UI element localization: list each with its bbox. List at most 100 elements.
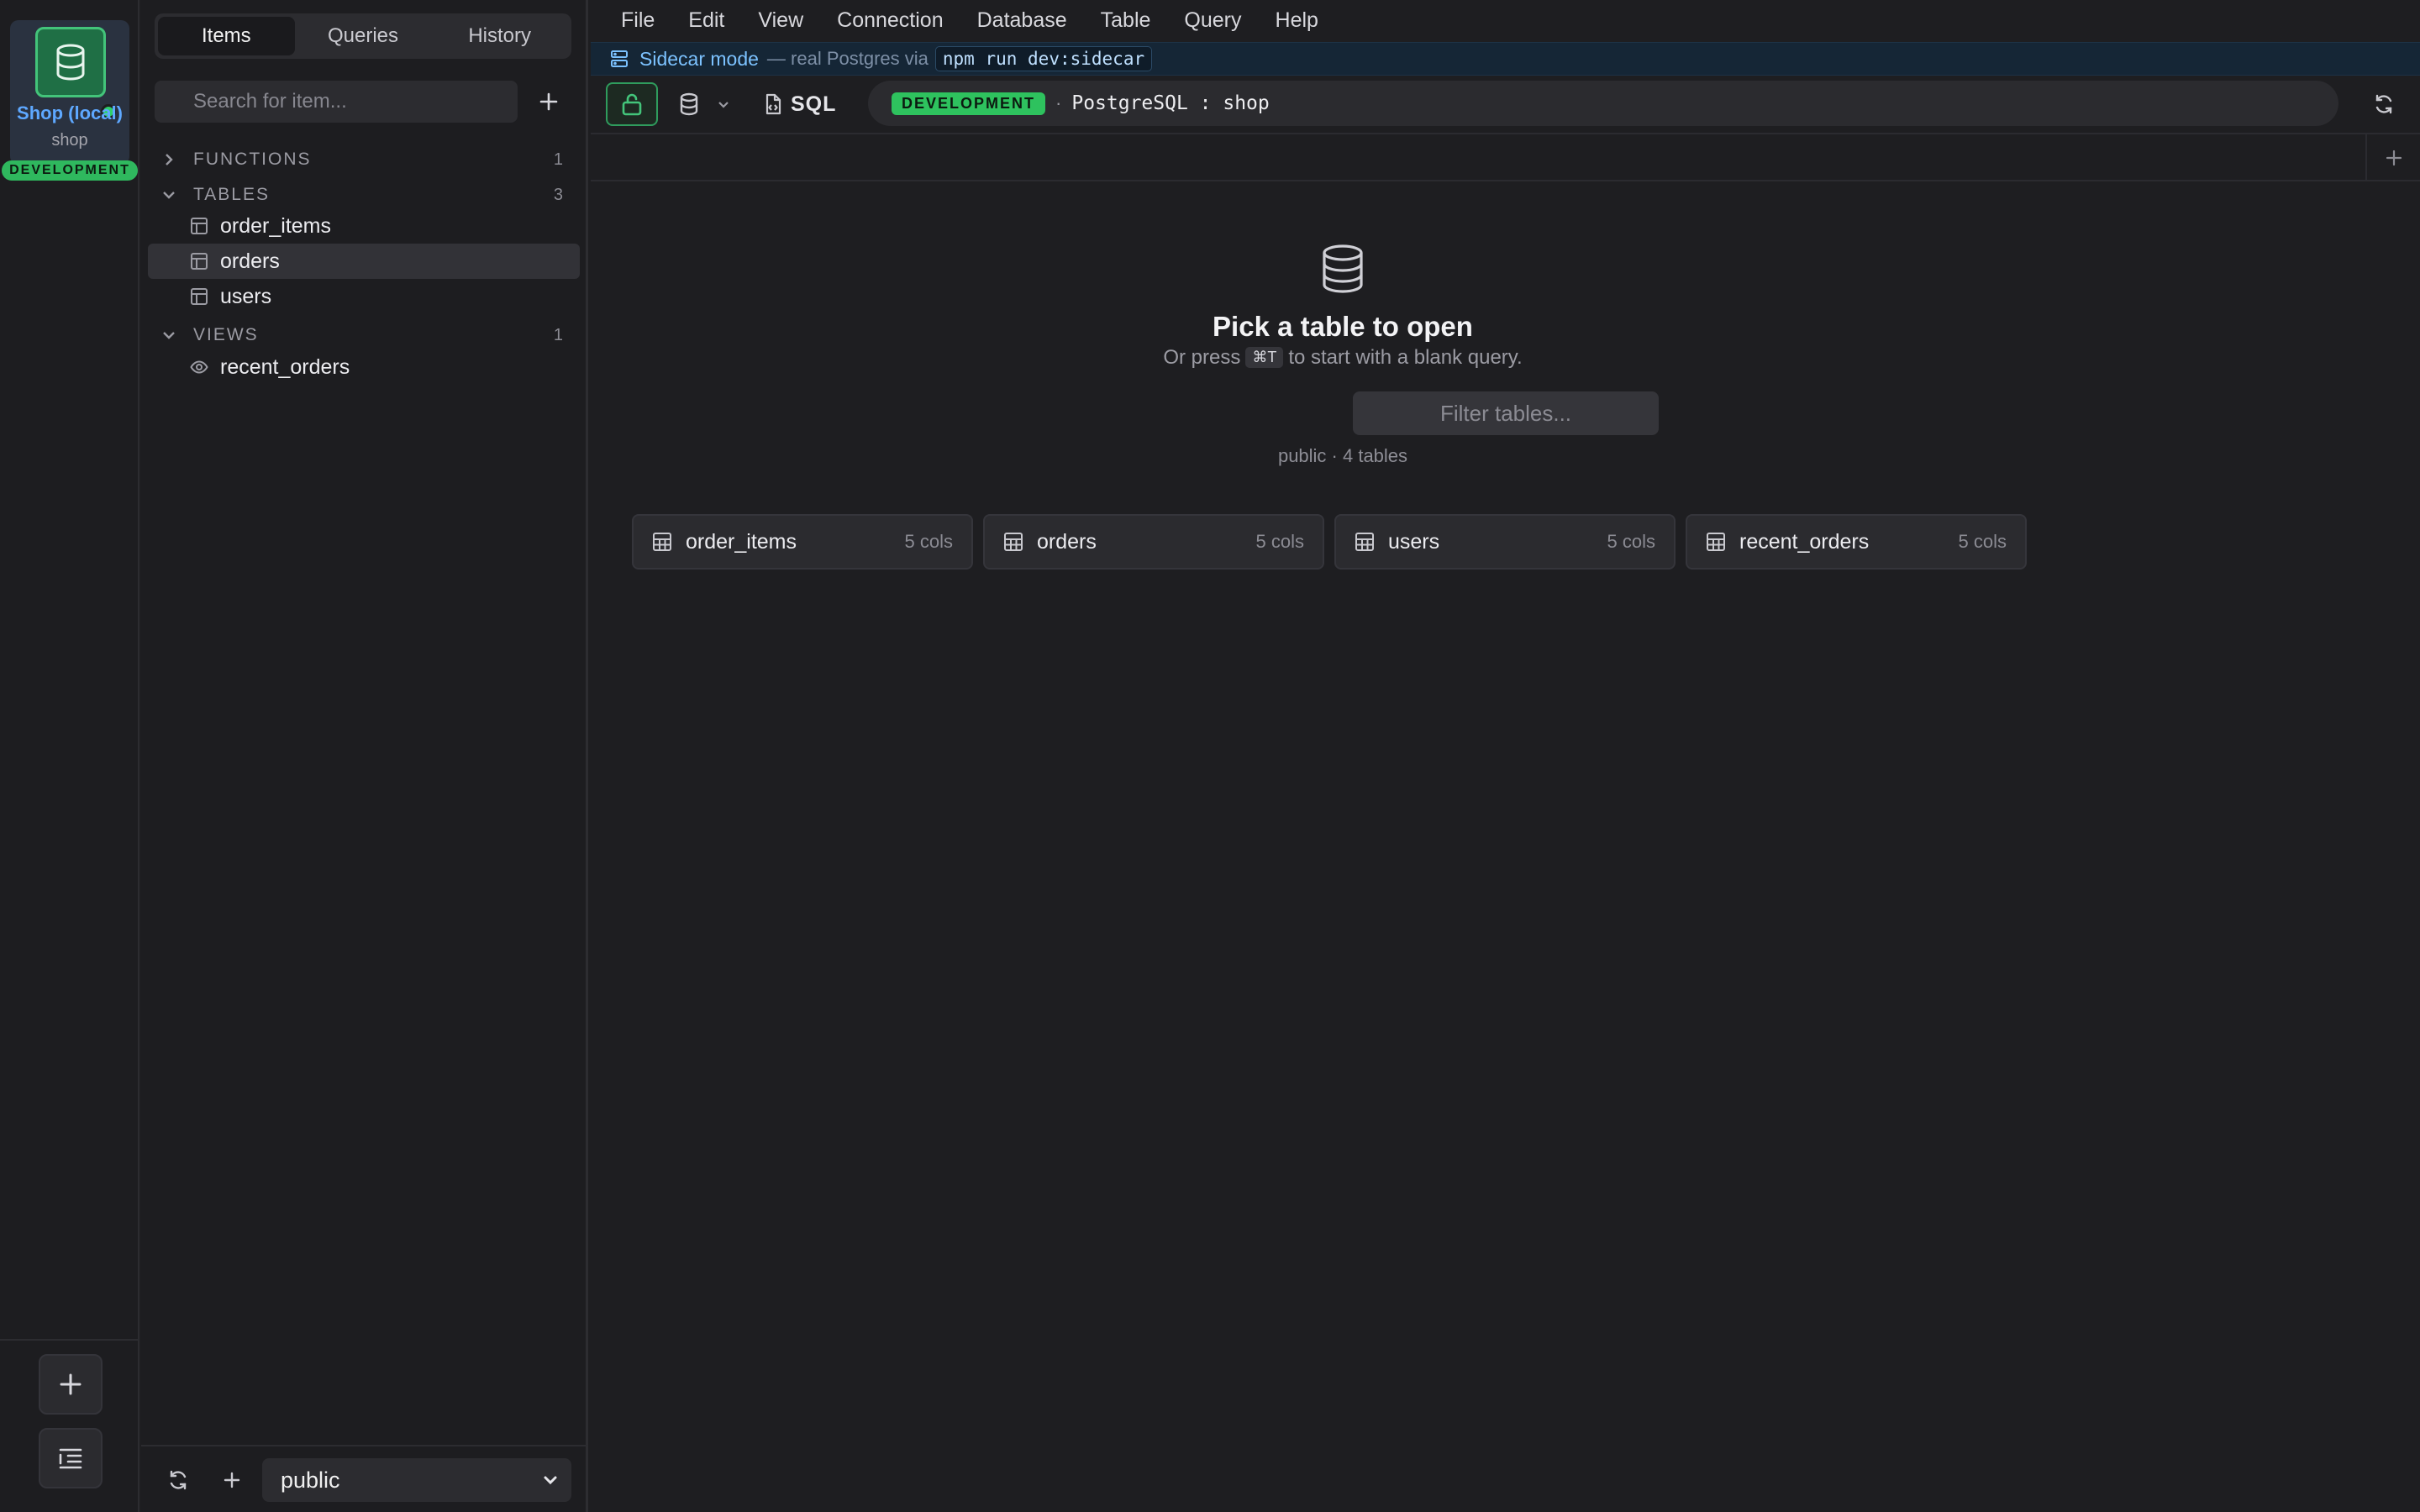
section-count: 3 <box>553 185 563 204</box>
filter-tables-input[interactable] <box>1353 391 1659 435</box>
chevron-down-icon <box>541 1471 560 1489</box>
table-icon <box>1355 532 1375 552</box>
tree-item-orders[interactable]: orders <box>148 244 580 279</box>
table-card-users[interactable]: users 5 cols <box>1334 514 1676 570</box>
rail-divider <box>0 1339 139 1341</box>
tree-item-users[interactable]: users <box>148 279 580 314</box>
eye-icon <box>190 358 208 376</box>
table-icon <box>190 217 208 235</box>
menu-table[interactable]: Table <box>1101 8 1151 33</box>
tree-item-recent-orders[interactable]: recent_orders <box>148 349 580 385</box>
manage-connections-button[interactable] <box>39 1428 103 1488</box>
table-icon <box>190 287 208 306</box>
tree-item-label: recent_orders <box>220 354 350 379</box>
table-icon <box>1003 532 1023 552</box>
sidebar-footer-divider <box>141 1445 588 1446</box>
tree-item-order-items[interactable]: order_items <box>148 208 580 244</box>
sidebar: Items Queries History FUNCTIONS 1 TABLES… <box>141 0 588 1512</box>
tab-bar <box>591 134 2420 181</box>
connection-label: PostgreSQL : shop <box>1071 92 1270 114</box>
connection-database: shop <box>51 131 88 150</box>
section-tables[interactable]: TABLES 3 <box>161 181 568 209</box>
sql-editor-button[interactable]: SQL <box>764 86 836 123</box>
hint-prefix: Or press <box>1163 346 1241 369</box>
menu-file[interactable]: File <box>621 8 655 33</box>
plus-icon <box>223 1471 241 1489</box>
plus-icon <box>59 1373 82 1396</box>
tree-item-label: order_items <box>220 213 331 238</box>
file-code-icon <box>764 93 782 115</box>
connection-name: Shop (local) <box>17 102 123 123</box>
table-card-name: order_items <box>686 529 797 554</box>
database-icon <box>35 27 106 97</box>
sql-label: SQL <box>791 92 837 116</box>
separator-dot: · <box>1055 92 1062 113</box>
refresh-schema-button[interactable] <box>161 1462 195 1499</box>
reconnect-button[interactable] <box>2364 86 2404 123</box>
table-card-recent-orders[interactable]: recent_orders 5 cols <box>1686 514 2027 570</box>
database-icon <box>678 92 700 116</box>
tab-history[interactable]: History <box>431 17 568 55</box>
menu-edit[interactable]: Edit <box>688 8 724 33</box>
table-card-name: recent_orders <box>1739 529 1870 554</box>
chevron-down-icon <box>161 328 176 343</box>
section-count: 1 <box>553 150 563 169</box>
plus-icon <box>539 92 559 112</box>
search-input[interactable] <box>155 81 518 123</box>
table-card-cols: 5 cols <box>904 531 953 552</box>
table-icon <box>1706 532 1726 552</box>
shortcut-key: ⌘T <box>1245 347 1284 368</box>
table-card-orders[interactable]: orders 5 cols <box>983 514 1324 570</box>
connection-env-badge: DEVELOPMENT <box>2 160 138 181</box>
list-indent-icon <box>58 1447 83 1469</box>
unlock-icon <box>621 92 643 116</box>
connection-bar[interactable]: DEVELOPMENT · PostgreSQL : shop <box>868 81 2338 126</box>
tab-items[interactable]: Items <box>158 17 295 55</box>
table-card-name: users <box>1388 529 1440 554</box>
add-connection-button[interactable] <box>39 1354 103 1415</box>
add-item-button[interactable] <box>529 82 568 121</box>
toolbar: SQL DEVELOPMENT · PostgreSQL : shop <box>591 76 2420 134</box>
database-switch-button[interactable] <box>675 86 734 123</box>
server-icon <box>609 49 629 69</box>
new-tab-button[interactable] <box>2365 134 2420 181</box>
main-area: File Edit View Connection Database Table… <box>591 0 2420 1512</box>
section-label: TABLES <box>193 185 270 204</box>
menu-help[interactable]: Help <box>1276 8 1318 33</box>
refresh-icon <box>167 1469 189 1491</box>
plus-icon <box>2385 149 2403 167</box>
section-count: 1 <box>553 325 563 344</box>
connection-rail: Shop (local) shop DEVELOPMENT <box>0 0 139 1512</box>
menu-database[interactable]: Database <box>977 8 1067 33</box>
schema-select[interactable]: public <box>262 1458 571 1502</box>
table-card-order-items[interactable]: order_items 5 cols <box>632 514 973 570</box>
refresh-icon <box>2373 93 2395 115</box>
schema-summary: public · 4 tables <box>1277 445 1408 466</box>
menubar: File Edit View Connection Database Table… <box>591 0 2420 40</box>
section-label: VIEWS <box>193 325 259 344</box>
empty-state-title: Pick a table to open <box>1213 311 1473 342</box>
table-card-cols: 5 cols <box>1607 531 1655 552</box>
schema-select-value: public <box>281 1467 340 1493</box>
table-card-cols: 5 cols <box>1255 531 1304 552</box>
sidecar-banner: Sidecar mode — real Postgres via npm run… <box>591 42 2420 76</box>
menu-connection[interactable]: Connection <box>837 8 943 33</box>
tree-item-label: orders <box>220 249 280 273</box>
sidecar-command: npm run dev:sidecar <box>934 46 1153 71</box>
sidebar-tabs: Items Queries History <box>155 13 571 59</box>
environment-badge: DEVELOPMENT <box>892 92 1046 115</box>
section-functions[interactable]: FUNCTIONS 1 <box>161 145 568 174</box>
lock-toggle-button[interactable] <box>606 82 658 126</box>
chevron-down-icon <box>717 97 730 111</box>
table-card-cols: 5 cols <box>1958 531 2007 552</box>
menu-view[interactable]: View <box>758 8 803 33</box>
sidecar-title: Sidecar mode <box>639 47 759 70</box>
menu-query[interactable]: Query <box>1184 8 1241 33</box>
add-schema-button[interactable] <box>215 1462 249 1499</box>
section-label: FUNCTIONS <box>193 150 312 169</box>
chevron-right-icon <box>161 152 176 167</box>
tree-item-label: users <box>220 284 272 308</box>
table-icon <box>190 252 208 270</box>
section-views[interactable]: VIEWS 1 <box>161 321 568 349</box>
tab-queries[interactable]: Queries <box>295 17 432 55</box>
